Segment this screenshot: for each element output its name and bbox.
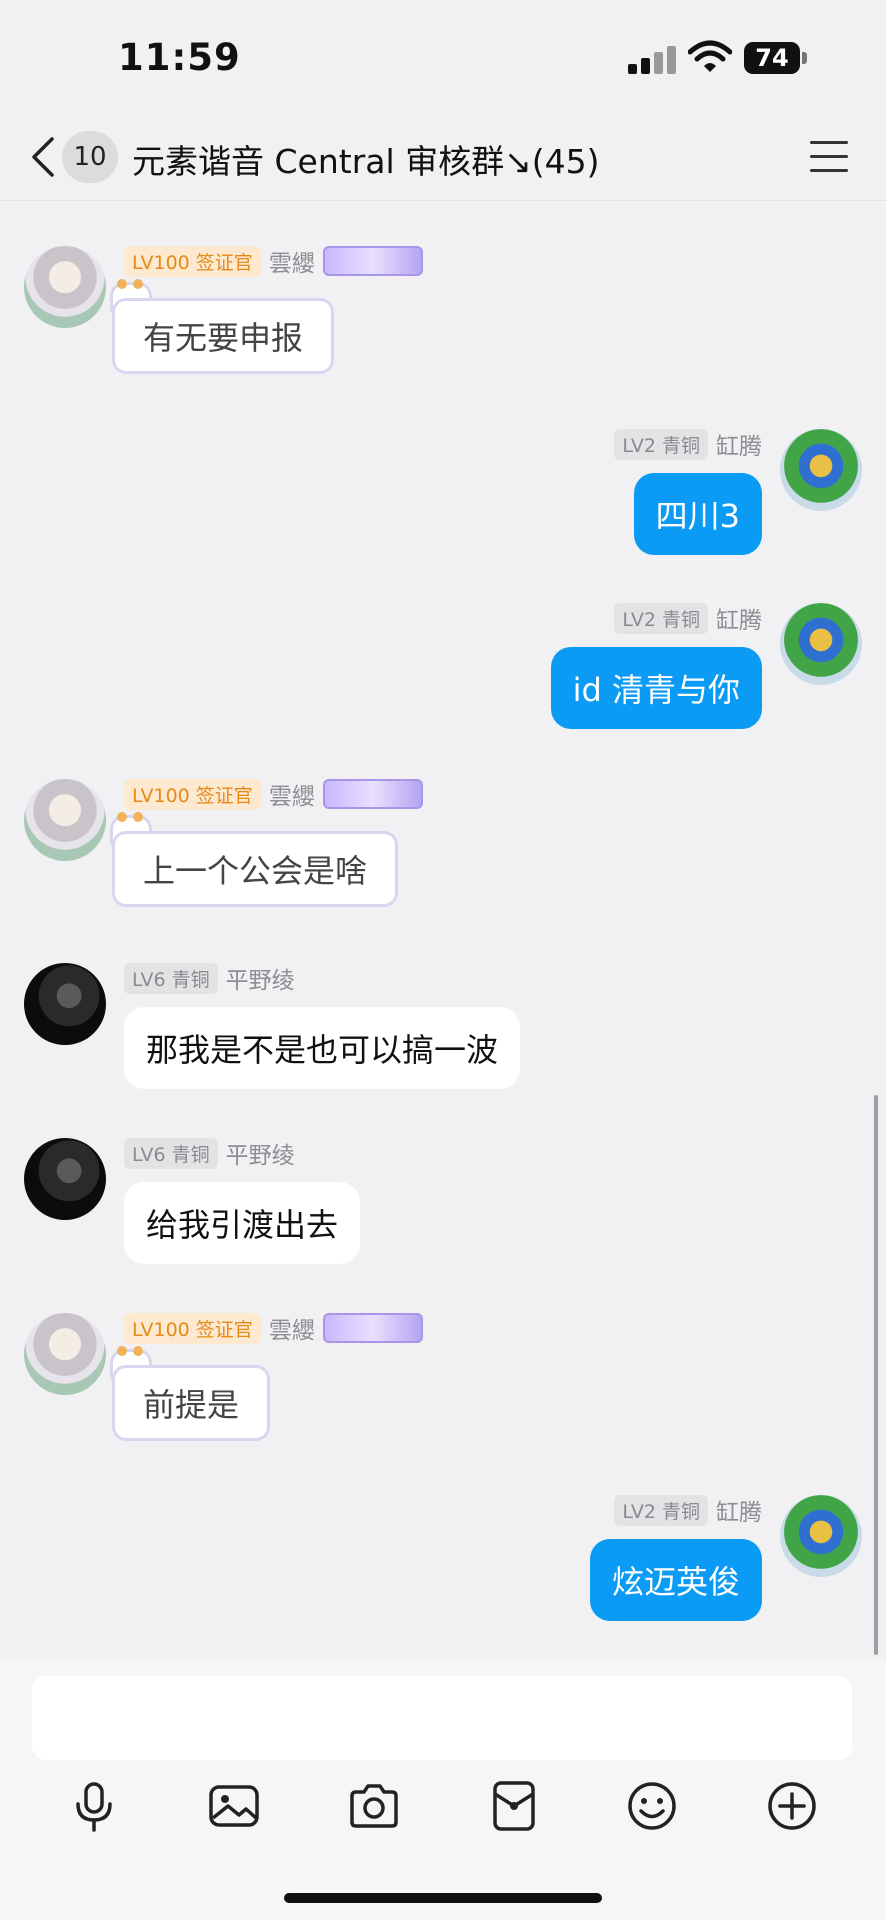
avatar[interactable]: [780, 603, 862, 685]
wifi-icon: [688, 40, 732, 72]
unread-count-badge[interactable]: 10: [62, 131, 118, 183]
sender-name[interactable]: 雲纓: [269, 777, 315, 811]
microphone-icon[interactable]: [66, 1778, 122, 1834]
message-list[interactable]: LV100 签证官 雲纓 有无要申报 LV2 青铜 缸腾 四川3 LV2 青铜 …: [0, 201, 886, 1659]
message-input[interactable]: [32, 1676, 852, 1760]
sender-name[interactable]: 缸腾: [716, 601, 762, 635]
decoration-badge: [322, 1313, 423, 1343]
level-badge: LV6 青铜: [124, 1137, 218, 1169]
sender-name[interactable]: 雲纓: [269, 1311, 315, 1345]
avatar[interactable]: [24, 1138, 106, 1220]
message-meta: LV100 签证官 雲纓: [124, 777, 423, 811]
red-packet-icon[interactable]: [486, 1778, 542, 1834]
decoration-badge: [322, 779, 423, 809]
level-badge: LV2 青铜: [614, 428, 708, 460]
signal-icon: [628, 44, 676, 74]
avatar[interactable]: [24, 246, 106, 328]
group-title[interactable]: 元素谐音 Central 审核群↘(45): [132, 135, 600, 183]
message-meta: LV2 青铜 缸腾: [614, 427, 762, 461]
level-badge: LV100 签证官: [124, 245, 261, 277]
scrollbar[interactable]: [874, 1095, 878, 1655]
message-meta: LV100 签证官 雲纓: [124, 244, 423, 278]
sender-name[interactable]: 平野绫: [226, 1136, 295, 1170]
status-bar: 11:59 74: [0, 0, 886, 115]
message-bubble[interactable]: 那我是不是也可以搞一波: [124, 1007, 521, 1089]
avatar[interactable]: [24, 963, 106, 1045]
menu-icon[interactable]: [810, 141, 848, 173]
level-badge: LV6 青铜: [124, 962, 218, 994]
image-icon[interactable]: [206, 1778, 262, 1834]
message-meta: LV2 青铜 缸腾: [614, 1493, 762, 1527]
sender-name[interactable]: 雲纓: [269, 244, 315, 278]
status-time: 11:59: [118, 36, 241, 79]
level-badge: LV100 签证官: [124, 1312, 261, 1344]
message-bubble[interactable]: 有无要申报: [112, 298, 335, 374]
battery-icon: 74: [744, 42, 800, 74]
camera-icon[interactable]: [346, 1778, 402, 1834]
message-meta: LV2 青铜 缸腾: [614, 601, 762, 635]
message-bubble[interactable]: 四川3: [633, 473, 762, 555]
message-bubble[interactable]: 上一个公会是啥: [112, 831, 399, 907]
avatar[interactable]: [780, 429, 862, 511]
level-badge: LV2 青铜: [614, 1494, 708, 1526]
sender-name[interactable]: 缸腾: [716, 427, 762, 461]
decoration-badge: [322, 246, 423, 276]
message-meta: LV6 青铜 平野绫: [124, 961, 295, 995]
chat-header: 10 元素谐音 Central 审核群↘(45): [0, 115, 886, 201]
level-badge: LV100 签证官: [124, 778, 261, 810]
battery-cap: [802, 52, 807, 64]
back-arrow-icon[interactable]: [28, 135, 58, 179]
message-bubble[interactable]: id 清青与你: [550, 647, 762, 729]
emoji-icon[interactable]: [624, 1778, 680, 1834]
input-area: [0, 1660, 886, 1920]
avatar[interactable]: [24, 1313, 106, 1395]
sender-name[interactable]: 平野绫: [226, 961, 295, 995]
message-meta: LV100 签证官 雲纓: [124, 1311, 423, 1345]
message-meta: LV6 青铜 平野绫: [124, 1136, 295, 1170]
home-indicator[interactable]: [284, 1893, 602, 1903]
sender-name[interactable]: 缸腾: [716, 1493, 762, 1527]
avatar[interactable]: [780, 1495, 862, 1577]
avatar[interactable]: [24, 779, 106, 861]
message-bubble[interactable]: 前提是: [112, 1365, 271, 1441]
message-bubble[interactable]: 给我引渡出去: [124, 1182, 361, 1264]
message-bubble[interactable]: 炫迈英俊: [589, 1539, 762, 1621]
plus-icon[interactable]: [764, 1778, 820, 1834]
level-badge: LV2 青铜: [614, 602, 708, 634]
